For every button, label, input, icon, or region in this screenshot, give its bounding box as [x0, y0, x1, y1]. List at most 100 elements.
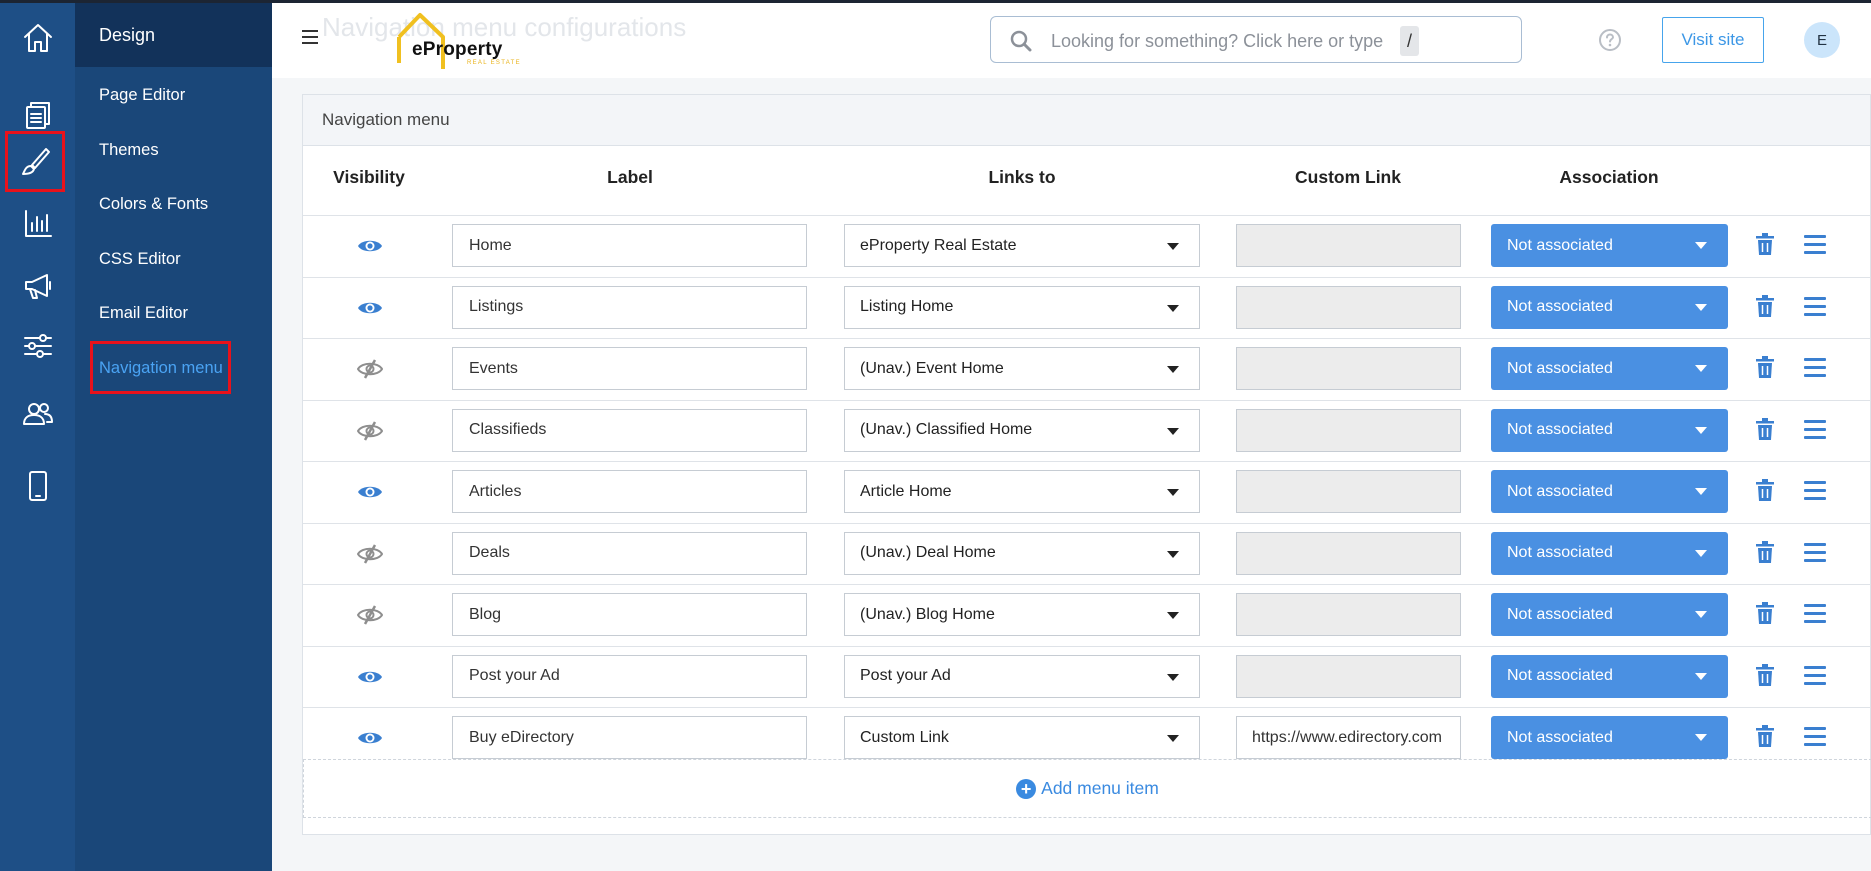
association-select[interactable]: Not associated: [1491, 224, 1728, 267]
links-to-select[interactable]: Listing Home: [844, 285, 1200, 329]
drag-handle-icon[interactable]: [1804, 419, 1826, 444]
col-custom-link: Custom Link: [1295, 167, 1401, 187]
col-label: Label: [607, 167, 653, 187]
eye-off-icon[interactable]: [355, 417, 385, 445]
eye-off-icon[interactable]: [355, 540, 385, 568]
label-input[interactable]: Classifieds: [452, 408, 807, 452]
table-row: Classifieds (Unav.) Classified Home Not as…: [303, 399, 1871, 461]
caret-down-icon: [1167, 366, 1179, 373]
caret-down-icon: [1695, 488, 1707, 495]
table-row: Home eProperty Real Estate Not associated: [303, 215, 1871, 276]
eye-icon[interactable]: [355, 294, 385, 322]
association-select[interactable]: Not associated: [1491, 347, 1728, 390]
association-select[interactable]: Not associated: [1491, 470, 1728, 513]
trash-icon[interactable]: [1756, 725, 1774, 752]
label-input[interactable]: Articles: [452, 470, 807, 513]
association-value: Not associated: [1507, 728, 1613, 746]
visit-site-button[interactable]: Visit site: [1662, 17, 1764, 63]
rail-mobile[interactable]: [8, 451, 67, 521]
association-select[interactable]: Not associated: [1491, 408, 1728, 452]
submenu-item-themes[interactable]: Themes: [99, 141, 159, 160]
association-select[interactable]: Not associated: [1491, 593, 1728, 636]
submenu-item-css-editor[interactable]: CSS Editor: [99, 250, 181, 269]
links-to-select[interactable]: Custom Link: [844, 716, 1200, 759]
custom-link-input[interactable]: [1236, 347, 1461, 390]
label-input[interactable]: Blog: [452, 593, 807, 636]
add-menu-item-label: Add menu item: [1041, 778, 1159, 798]
label-input[interactable]: Deals: [452, 531, 807, 575]
logo-tagline: REAL ESTATE: [467, 60, 521, 66]
caret-down-icon: [1695, 303, 1707, 311]
trash-icon[interactable]: [1756, 663, 1774, 691]
label-input[interactable]: Buy eDirectory: [452, 716, 807, 759]
custom-link-input[interactable]: [1236, 285, 1461, 329]
association-value: Not associated: [1507, 236, 1613, 254]
rail-settings[interactable]: [8, 311, 67, 381]
drag-handle-icon[interactable]: [1804, 235, 1826, 259]
table-row: Deals (Unav.) Deal Home Not associated: [303, 522, 1871, 584]
association-value: Not associated: [1507, 421, 1613, 438]
trash-icon[interactable]: [1756, 417, 1774, 445]
custom-link-input[interactable]: [1236, 593, 1461, 636]
custom-link-input[interactable]: [1236, 224, 1461, 267]
search-input[interactable]: Looking for something? Click here or typ…: [990, 16, 1522, 63]
links-to-select[interactable]: Post your Ad: [844, 654, 1200, 698]
submenu-item-email-editor[interactable]: Email Editor: [99, 304, 188, 323]
label-input[interactable]: Post your Ad: [452, 654, 807, 698]
eye-icon[interactable]: [355, 724, 385, 752]
drag-handle-icon[interactable]: [1804, 665, 1826, 690]
association-select[interactable]: Not associated: [1491, 654, 1728, 698]
trash-icon[interactable]: [1756, 294, 1774, 322]
eye-icon[interactable]: [355, 663, 385, 691]
custom-link-input[interactable]: https://www.edirectory.com: [1236, 716, 1461, 759]
custom-link-input[interactable]: [1236, 470, 1461, 513]
caret-down-icon: [1695, 734, 1707, 741]
rail-home[interactable]: [8, 3, 67, 73]
rail-users[interactable]: [8, 379, 67, 449]
rail-design[interactable]: [5, 131, 65, 192]
links-to-select[interactable]: Article Home: [844, 470, 1200, 513]
association-value: Not associated: [1507, 667, 1613, 684]
trash-icon[interactable]: [1756, 540, 1774, 568]
submenu-item-page-editor[interactable]: Page Editor: [99, 86, 185, 105]
rail-reports[interactable]: [8, 189, 67, 259]
custom-link-input[interactable]: [1236, 408, 1461, 452]
links-to-select[interactable]: (Unav.) Classified Home: [844, 408, 1200, 452]
label-input[interactable]: Home: [452, 224, 807, 267]
drag-handle-icon[interactable]: [1804, 481, 1826, 505]
search-placeholder: Looking for something? Click here or typ…: [1051, 31, 1384, 51]
links-to-value: Article Home: [860, 482, 952, 500]
links-to-select[interactable]: (Unav.) Event Home: [844, 347, 1200, 390]
links-to-select[interactable]: eProperty Real Estate: [844, 224, 1200, 267]
navigation-menu-highlight: [90, 341, 231, 394]
trash-icon[interactable]: [1756, 479, 1774, 506]
add-menu-item-button[interactable]: + Add menu item: [1016, 778, 1159, 799]
drag-handle-icon[interactable]: [1804, 727, 1826, 751]
eye-off-icon[interactable]: [355, 355, 385, 383]
avatar[interactable]: E: [1804, 22, 1840, 58]
label-input[interactable]: Events: [452, 347, 807, 390]
trash-icon[interactable]: [1756, 233, 1774, 260]
trash-icon[interactable]: [1756, 356, 1774, 383]
drag-handle-icon[interactable]: [1804, 358, 1826, 382]
custom-link-input[interactable]: [1236, 654, 1461, 698]
links-to-value: eProperty Real Estate: [860, 236, 1017, 254]
association-value: Not associated: [1507, 298, 1613, 315]
help-icon[interactable]: [1598, 28, 1622, 52]
links-to-select[interactable]: (Unav.) Blog Home: [844, 593, 1200, 636]
hamburger-menu-icon[interactable]: [302, 30, 318, 44]
drag-handle-icon[interactable]: [1804, 604, 1826, 628]
links-to-select[interactable]: (Unav.) Deal Home: [844, 531, 1200, 575]
drag-handle-icon[interactable]: [1804, 296, 1826, 321]
custom-link-input[interactable]: [1236, 531, 1461, 575]
association-select[interactable]: Not associated: [1491, 716, 1728, 759]
eye-icon[interactable]: [355, 232, 385, 260]
submenu-item-colors-fonts[interactable]: Colors & Fonts: [99, 195, 208, 214]
eye-off-icon[interactable]: [355, 601, 385, 629]
association-select[interactable]: Not associated: [1491, 531, 1728, 575]
eye-icon[interactable]: [355, 478, 385, 506]
association-select[interactable]: Not associated: [1491, 285, 1728, 329]
trash-icon[interactable]: [1756, 602, 1774, 629]
label-input[interactable]: Listings: [452, 285, 807, 329]
drag-handle-icon[interactable]: [1804, 542, 1826, 567]
